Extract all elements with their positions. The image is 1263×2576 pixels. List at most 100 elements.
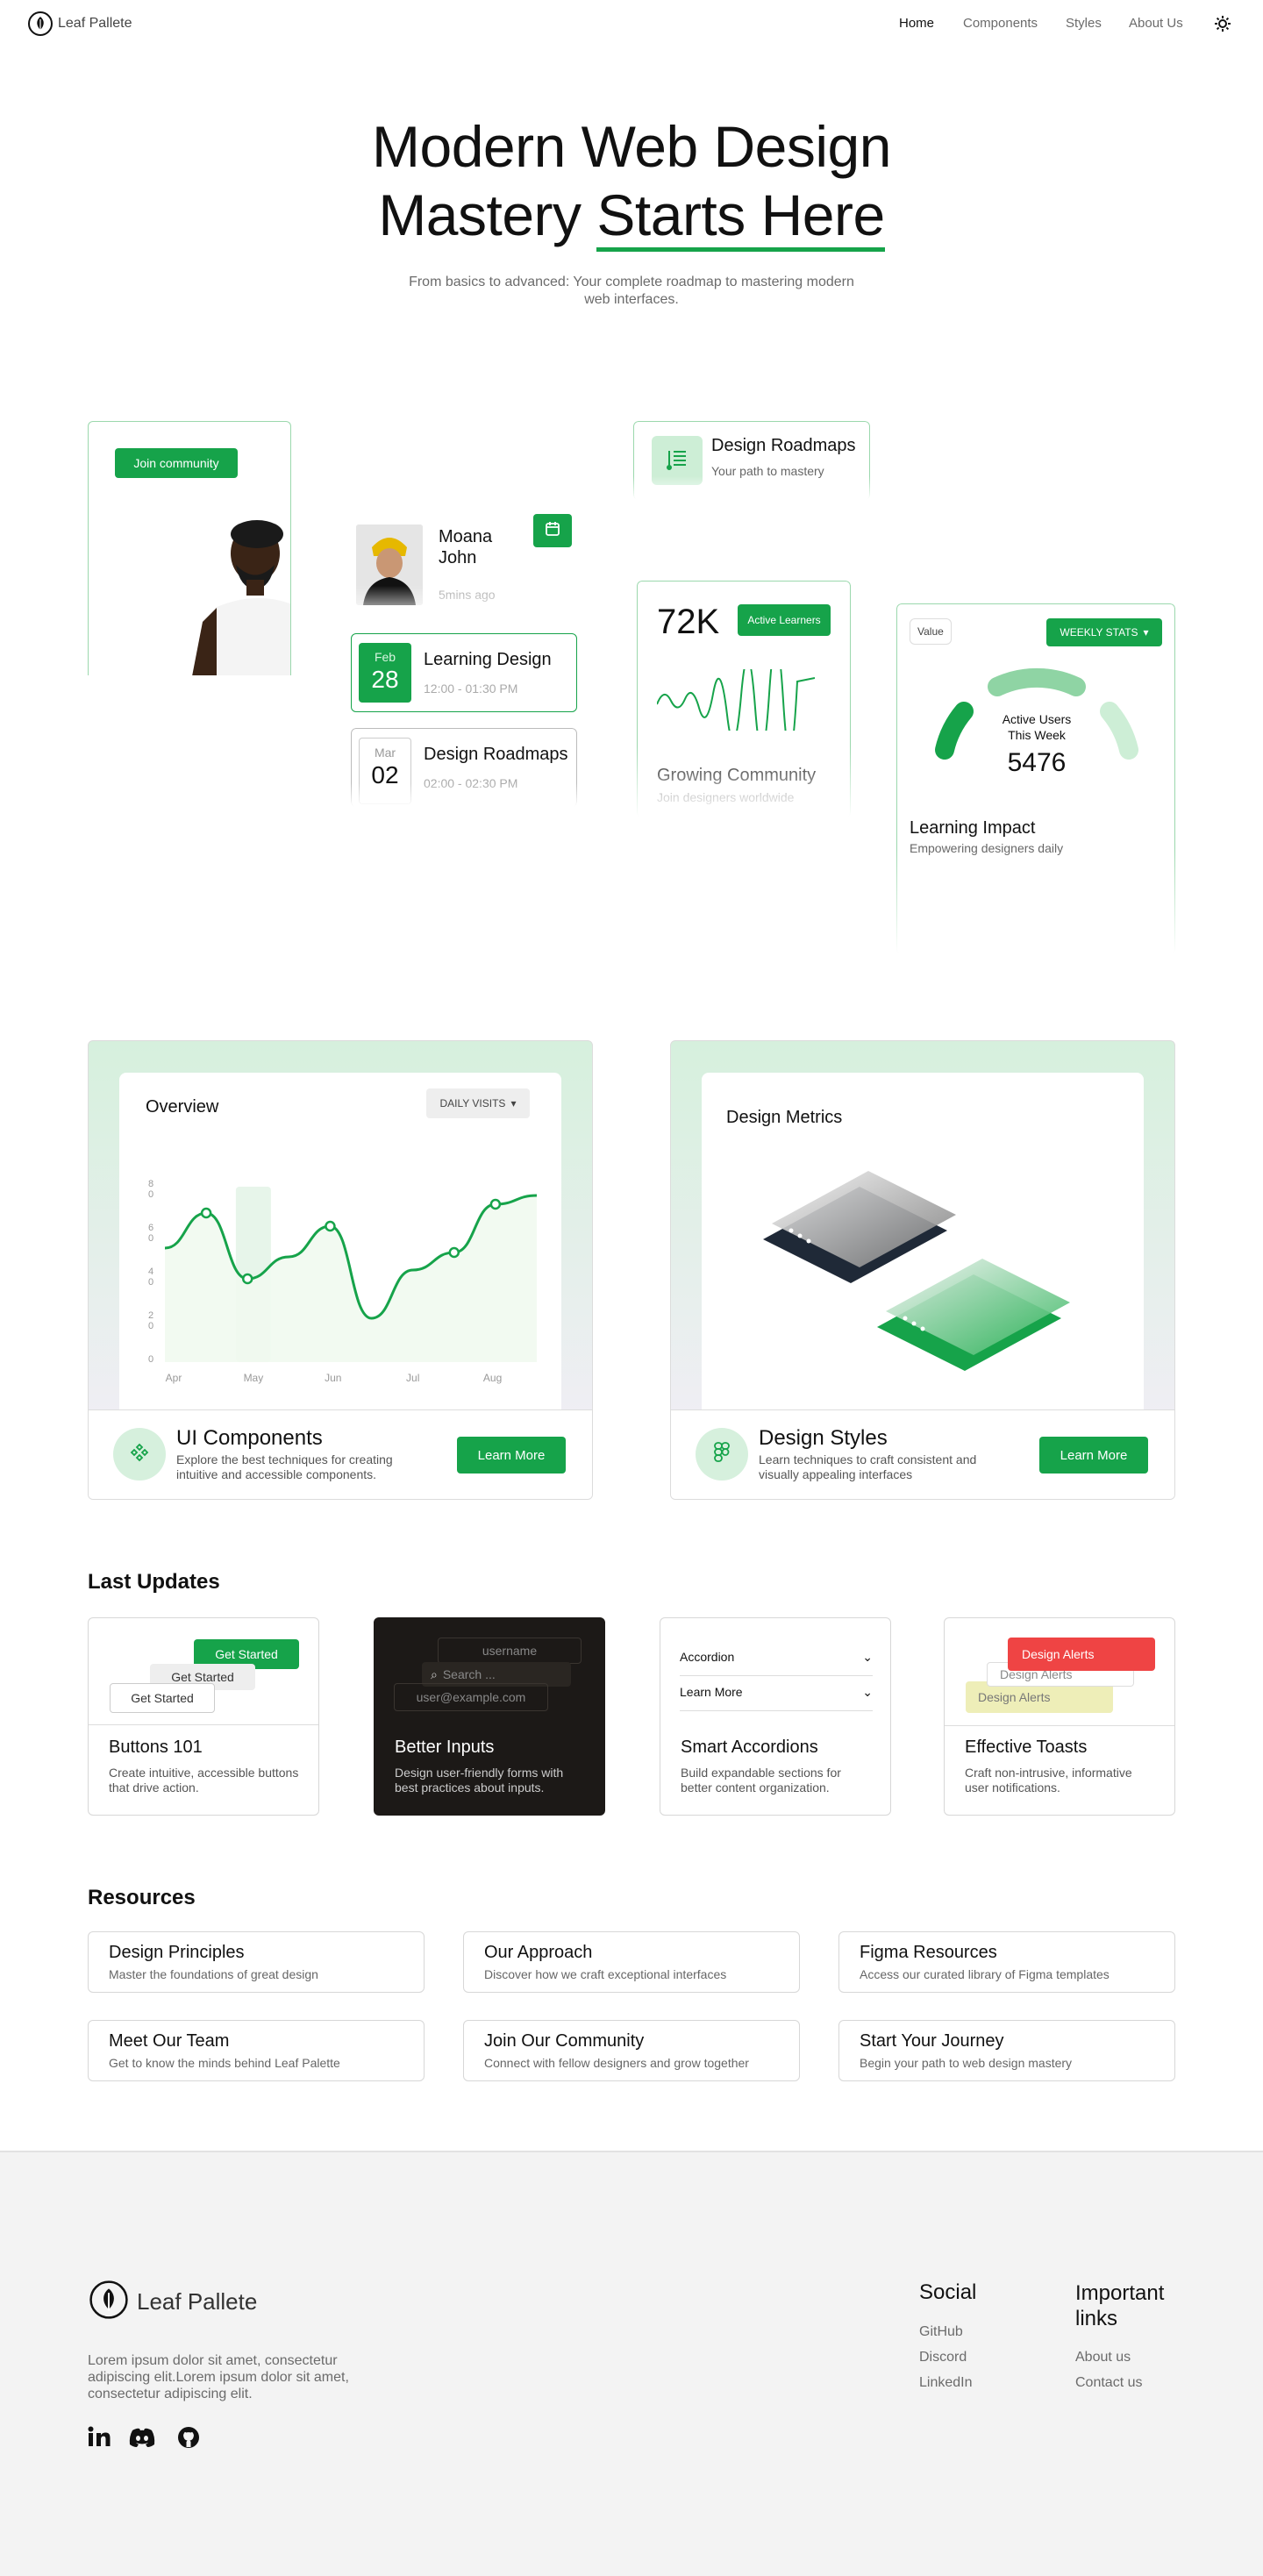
- discord-icon[interactable]: [128, 2428, 156, 2451]
- leaf-logo-icon[interactable]: [28, 11, 53, 40]
- y-tick-label: 20: [148, 1310, 153, 1331]
- update-description: Design user-friendly forms with best pra…: [395, 1766, 564, 1795]
- resource-card[interactable]: Start Your Journey Begin your path to web…: [838, 2020, 1175, 2081]
- learn-more-button[interactable]: Learn More: [1039, 1437, 1148, 1474]
- update-card-inputs[interactable]: username ⌕ Search ... user@example.com Be…: [374, 1617, 605, 1816]
- footer-link-about-us[interactable]: About us: [1075, 2350, 1131, 2365]
- update-description: Create intuitive, accessible buttons tha…: [109, 1766, 299, 1795]
- update-card-toasts[interactable]: Design Alerts Design Alerts Design Alert…: [944, 1617, 1175, 1816]
- linkedin-icon[interactable]: [88, 2426, 111, 2451]
- chevron-down-icon: ▾: [510, 1097, 517, 1110]
- update-card-accordions[interactable]: Accordion ⌄ Learn More ⌄ Smart Accordion…: [660, 1617, 891, 1816]
- demo-accordion-2[interactable]: Learn More ⌄: [680, 1685, 873, 1711]
- weekly-stats-dropdown[interactable]: WEEKLY STATS ▾: [1046, 618, 1162, 646]
- y-tick-label: 80: [148, 1179, 153, 1200]
- data-point[interactable]: [489, 1198, 502, 1210]
- important-links-heading: Important links: [1075, 2281, 1165, 2330]
- resource-card[interactable]: Design Principles Master the foundations …: [88, 1931, 425, 1993]
- resource-title: Join Our Community: [484, 2031, 645, 2051]
- nav-about-us[interactable]: About Us: [1129, 16, 1183, 31]
- event-card-learning-design[interactable]: Feb 28 Learning Design 12:00 - 01:30 PM: [351, 633, 577, 712]
- demo-input-email[interactable]: user@example.com: [394, 1683, 548, 1711]
- learners-count: 72K: [657, 603, 720, 641]
- roadmap-icon-box: [652, 436, 703, 485]
- resource-card[interactable]: Meet Our Team Get to know the minds behin…: [88, 2020, 425, 2081]
- resource-title: Meet Our Team: [109, 2031, 230, 2051]
- roadmap-subtitle: Your path to mastery: [711, 464, 824, 478]
- hero-title: Modern Web Design Mastery Starts Here: [0, 112, 1263, 252]
- demo-button-outline[interactable]: Get Started: [110, 1683, 215, 1713]
- data-point[interactable]: [200, 1207, 212, 1219]
- profile-name: Moana John: [439, 527, 493, 567]
- chevron-down-icon: ⌄: [862, 1650, 873, 1664]
- x-tick-label: Jun: [325, 1372, 341, 1384]
- daily-visits-dropdown[interactable]: DAILY VISITS ▾: [426, 1088, 530, 1118]
- demo-accordion-1[interactable]: Accordion ⌄: [680, 1650, 873, 1676]
- event-month: Feb: [374, 650, 396, 664]
- footer-link-contact-us[interactable]: Contact us: [1075, 2375, 1142, 2391]
- update-card-buttons[interactable]: Get Started Get Started Get Started Butt…: [88, 1617, 319, 1816]
- impact-title: Learning Impact: [910, 818, 1036, 838]
- hero-title-line2: Mastery: [378, 182, 597, 247]
- footer-link-github[interactable]: GitHub: [919, 2324, 963, 2340]
- update-description: Build expandable sections for better con…: [681, 1766, 841, 1795]
- event-time: 12:00 - 01:30 PM: [424, 681, 518, 696]
- resource-title: Design Principles: [109, 1943, 245, 1962]
- footer-link-linkedin[interactable]: LinkedIn: [919, 2375, 973, 2391]
- overview-line-chart: 8 0 6 0 4 0 2 0 0 Apr May Jun Jul Aug: [148, 1179, 538, 1384]
- theme-toggle-sun-icon[interactable]: [1214, 15, 1231, 37]
- feature-title: UI Components: [176, 1426, 323, 1450]
- footer-link-discord[interactable]: Discord: [919, 2350, 967, 2365]
- resource-description: Connect with fellow designers and grow t…: [484, 2056, 749, 2070]
- x-tick-label: Apr: [166, 1372, 182, 1384]
- footer-brand[interactable]: Leaf Pallete: [137, 2288, 257, 2316]
- resource-description: Master the foundations of great design: [109, 1967, 318, 1981]
- resource-description: Access our curated library of Figma temp…: [860, 1967, 1110, 1981]
- event-card-design-roadmaps[interactable]: Mar 02 Design Roadmaps 02:00 - 02:30 PM: [351, 728, 577, 807]
- brand-name[interactable]: Leaf Pallete: [58, 16, 132, 32]
- data-point[interactable]: [448, 1246, 460, 1259]
- resource-description: Discover how we craft exceptional interf…: [484, 1967, 727, 1981]
- design-roadmaps-card[interactable]: Design Roadmaps Your path to mastery: [633, 421, 870, 500]
- github-icon[interactable]: [177, 2426, 200, 2453]
- weekly-stats-card: Value WEEKLY STATS ▾ Active Users This W…: [896, 603, 1175, 954]
- demo-toast-red: Design Alerts: [1008, 1638, 1155, 1671]
- ui-components-feature: Overview DAILY VISITS ▾ 8 0 6 0 4 0 2 0 0 Apr May J…: [88, 1040, 593, 1500]
- calendar-button[interactable]: [533, 514, 572, 547]
- event-month: Mar: [374, 746, 396, 760]
- nav-components[interactable]: Components: [963, 16, 1038, 31]
- design-metrics-panel: Design Metrics: [702, 1073, 1144, 1441]
- feature-description: Learn techniques to craft consistent and…: [759, 1452, 977, 1481]
- impact-subtitle: Empowering designers daily: [910, 841, 1064, 855]
- x-tick-label: Jul: [406, 1372, 419, 1384]
- component-icon: [130, 1443, 149, 1466]
- footer-logo-icon[interactable]: [89, 2280, 128, 2323]
- demo-input-username[interactable]: username: [438, 1638, 582, 1664]
- feature-footer: UI Components Explore the best technique…: [89, 1409, 592, 1499]
- resource-card[interactable]: Our Approach Discover how we craft except…: [463, 1931, 800, 1993]
- roadmap-title: Design Roadmaps: [711, 436, 856, 455]
- feature-description: Explore the best techniques for creating…: [176, 1452, 393, 1481]
- community-subtitle: Join designers worldwide: [657, 790, 795, 804]
- event-date-badge: Mar 02: [359, 738, 411, 804]
- demo-area: Get Started Get Started Get Started: [89, 1618, 318, 1725]
- join-community-button[interactable]: Join community: [115, 448, 238, 478]
- join-community-card: Join community: [88, 421, 291, 675]
- resource-card[interactable]: Figma Resources Access our curated librar…: [838, 1931, 1175, 1993]
- active-learners-badge[interactable]: Active Learners: [738, 604, 831, 636]
- nav-styles[interactable]: Styles: [1066, 16, 1102, 31]
- search-placeholder: Search ...: [442, 1667, 496, 1681]
- community-title: Growing Community: [657, 766, 817, 785]
- accordion-label: Accordion: [680, 1650, 735, 1664]
- feature-footer: Design Styles Learn techniques to craft …: [671, 1409, 1174, 1499]
- resource-card[interactable]: Join Our Community Connect with fellow de…: [463, 2020, 800, 2081]
- learn-more-button[interactable]: Learn More: [457, 1437, 566, 1474]
- data-point[interactable]: [241, 1273, 253, 1285]
- data-point[interactable]: [325, 1220, 336, 1232]
- hero-subtitle: From basics to advanced: Your complete r…: [409, 275, 854, 307]
- nav-home[interactable]: Home: [899, 16, 934, 31]
- x-tick-label: May: [244, 1372, 264, 1384]
- value-chip[interactable]: Value: [910, 618, 952, 645]
- update-title: Buttons 101: [109, 1738, 203, 1757]
- y-tick-label: 40: [148, 1267, 153, 1288]
